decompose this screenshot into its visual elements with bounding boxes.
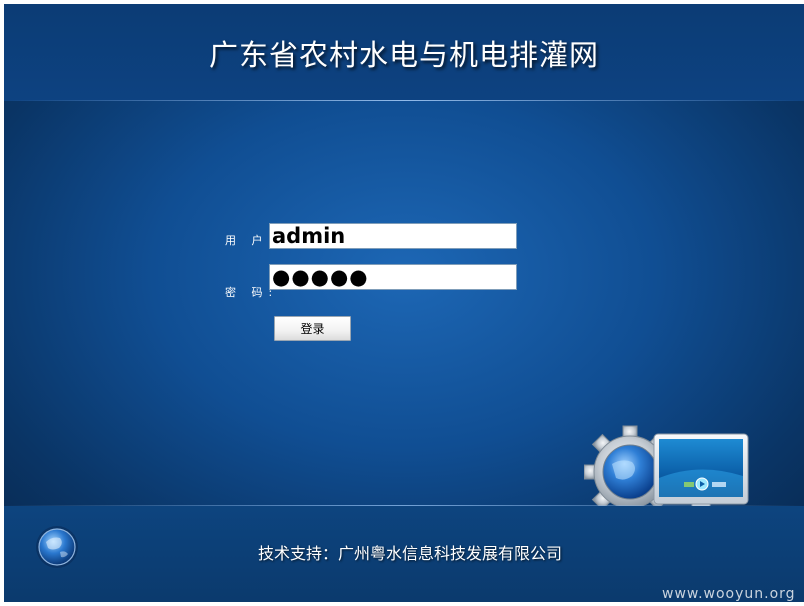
login-page: 广东省农村水电与机电排灌网 用 户: 密 码: 登录	[4, 4, 804, 602]
login-button[interactable]: 登录	[274, 316, 351, 341]
header-divider	[4, 100, 804, 101]
username-label: 用 户:	[225, 234, 272, 247]
watermark: www.wooyun.org	[662, 586, 796, 602]
password-input[interactable]	[269, 264, 517, 290]
username-input[interactable]	[269, 223, 517, 249]
support-text: 技术支持：广州粤水信息科技发展有限公司	[257, 544, 562, 563]
password-label: 密 码:	[225, 286, 273, 299]
site-title: 广东省农村水电与机电排灌网	[208, 38, 599, 72]
